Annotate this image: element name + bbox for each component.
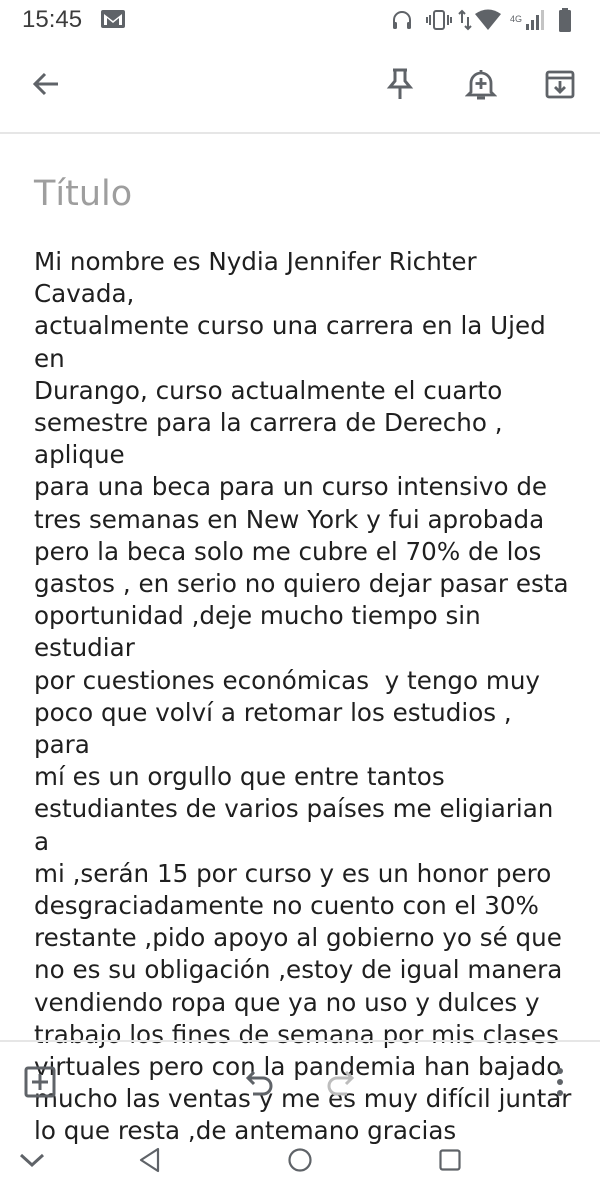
status-time: 15:45	[22, 6, 83, 33]
undo-button[interactable]	[238, 1062, 282, 1106]
pin-icon	[386, 67, 414, 105]
more-options-button[interactable]	[538, 1062, 582, 1106]
archive-button[interactable]	[538, 64, 582, 108]
system-navigation-bar	[0, 1124, 600, 1200]
battery-icon	[558, 7, 572, 37]
headphones-icon	[390, 8, 414, 36]
wifi-icon	[474, 9, 502, 35]
arrow-left-icon	[31, 69, 61, 103]
archive-icon	[544, 68, 576, 104]
square-recents-icon	[438, 1148, 462, 1176]
undo-icon	[244, 1068, 276, 1100]
nav-back-button[interactable]	[128, 1140, 172, 1184]
triangle-back-icon	[138, 1147, 162, 1177]
note-toolbar	[0, 40, 600, 134]
redo-button[interactable]	[318, 1062, 362, 1106]
note-body-field[interactable]: Mi nombre es Nydia Jennifer Richter Cava…	[34, 246, 574, 1148]
more-vert-icon	[555, 1067, 565, 1101]
add-box-icon	[23, 1065, 57, 1103]
nav-home-button[interactable]	[278, 1140, 322, 1184]
bell-plus-icon	[464, 67, 498, 105]
circle-home-icon	[287, 1147, 313, 1177]
pin-button[interactable]	[378, 64, 422, 108]
hide-keyboard-button[interactable]	[10, 1140, 54, 1184]
data-arrows-icon	[458, 8, 472, 36]
bottom-toolbar	[0, 1040, 600, 1122]
reminder-button[interactable]	[459, 64, 503, 108]
back-button[interactable]	[24, 64, 68, 108]
status-bar: 15:45 4G	[0, 0, 600, 40]
chevron-down-icon	[19, 1152, 45, 1172]
nav-recents-button[interactable]	[428, 1140, 472, 1184]
redo-icon	[324, 1068, 356, 1100]
add-content-button[interactable]	[18, 1062, 62, 1106]
gmail-notification-icon	[100, 9, 126, 33]
note-title-field[interactable]: Título	[34, 174, 564, 214]
vibrate-icon	[425, 8, 453, 36]
